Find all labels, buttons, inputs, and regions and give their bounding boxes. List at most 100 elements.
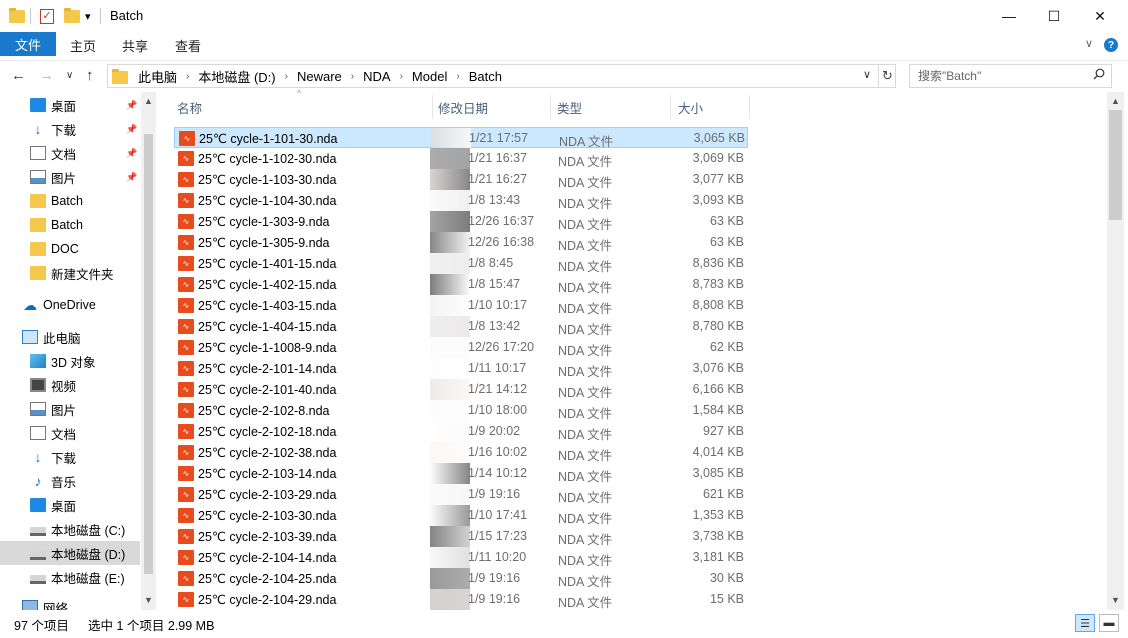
file-row[interactable]: ∿ 25℃ cycle-1-403-15.nda 1/10 10:17 NDA 文件 8…	[174, 295, 748, 316]
file-row[interactable]: ∿ 25℃ cycle-2-102-8.nda 1/10 18:00 NDA 文件 1,…	[174, 400, 748, 421]
breadcrumb-item[interactable]: NDA	[363, 69, 390, 84]
column-header-size[interactable]: 大小	[678, 95, 703, 119]
scroll-up-icon[interactable]: ▲	[144, 96, 153, 106]
file-row[interactable]: ∿ 25℃ cycle-1-101-30.nda 1/21 17:57 NDA 文件 3…	[174, 127, 748, 149]
file-row[interactable]: ∿ 25℃ cycle-2-102-38.nda 1/16 10:02 NDA 文件 4…	[174, 442, 748, 463]
scroll-down-icon[interactable]: ▼	[144, 595, 153, 605]
address-dropdown-icon[interactable]: ∨	[863, 68, 871, 81]
file-row[interactable]: ∿ 25℃ cycle-2-104-14.nda 1/11 10:20 NDA 文件 3…	[174, 547, 748, 568]
breadcrumb-item[interactable]: Batch	[469, 69, 502, 84]
nav-item[interactable]: 本地磁盘 (E:)	[0, 565, 140, 589]
breadcrumb-item[interactable]: Neware	[297, 69, 342, 84]
file-row[interactable]: ∿ 25℃ cycle-1-303-9.nda 12/26 16:37 NDA 文件 6…	[174, 211, 748, 232]
folder-icon	[30, 194, 46, 208]
file-row[interactable]: ∿ 25℃ cycle-2-104-29.nda 1/9 19:16 NDA 文件 15…	[174, 589, 748, 610]
breadcrumb-item[interactable]: Model	[412, 69, 447, 84]
scrollbar-thumb[interactable]	[144, 134, 153, 574]
file-row[interactable]: ∿ 25℃ cycle-1-404-15.nda 1/8 13:42 NDA 文件 8,…	[174, 316, 748, 337]
forward-icon[interactable]: →	[39, 67, 54, 84]
nav-item[interactable]: 桌面	[0, 493, 140, 517]
minimize-button[interactable]: —	[986, 0, 1032, 32]
address-bar[interactable]: 此电脑 › 本地磁盘 (D:) › Neware › NDA › Model › Batc…	[107, 64, 896, 88]
column-header-date[interactable]: 修改日期	[438, 95, 488, 119]
nav-item[interactable]: ♪ 音乐	[0, 469, 140, 493]
pin-icon[interactable]: 📌	[126, 124, 137, 135]
nav-item[interactable]: Batch	[0, 189, 140, 213]
column-divider[interactable]	[432, 95, 433, 119]
file-row[interactable]: ∿ 25℃ cycle-2-103-30.nda 1/10 17:41 NDA 文件 1…	[174, 505, 748, 526]
chevron-right-icon[interactable]: ›	[400, 71, 403, 82]
nav-item[interactable]: 此电脑	[0, 325, 140, 349]
scrollbar-thumb[interactable]	[1109, 110, 1122, 220]
nav-item[interactable]: 本地磁盘 (C:)	[0, 517, 140, 541]
nav-item[interactable]: 桌面 📌	[0, 93, 140, 117]
nav-item[interactable]: 本地磁盘 (D:)	[0, 541, 140, 565]
quick-access-dropdown-icon[interactable]: ▾	[85, 7, 91, 25]
nav-item[interactable]: ↓ 下载 📌	[0, 117, 140, 141]
properties-icon[interactable]: ✓	[40, 7, 54, 25]
chevron-right-icon[interactable]: ›	[186, 71, 189, 82]
file-row[interactable]: ∿ 25℃ cycle-2-101-14.nda 1/11 10:17 NDA 文件 3…	[174, 358, 748, 379]
file-row[interactable]: ∿ 25℃ cycle-1-103-30.nda 1/21 16:27 NDA 文件 3…	[174, 169, 748, 190]
breadcrumb-item[interactable]: 此电脑	[138, 67, 177, 86]
search-icon[interactable]	[1093, 68, 1105, 80]
nav-item[interactable]: 图片	[0, 397, 140, 421]
column-divider[interactable]	[670, 95, 671, 119]
nav-item[interactable]: 3D 对象	[0, 349, 140, 373]
file-row[interactable]: ∿ 25℃ cycle-2-103-39.nda 1/15 17:23 NDA 文件 3…	[174, 526, 748, 547]
file-name: 25℃ cycle-2-102-8.nda	[198, 404, 330, 418]
file-row[interactable]: ∿ 25℃ cycle-1-401-15.nda 1/8 8:45 NDA 文件 8,8…	[174, 253, 748, 274]
nav-item[interactable]: ☁ OneDrive	[0, 293, 140, 317]
tab-view[interactable]: 查看	[175, 36, 201, 55]
column-divider[interactable]	[749, 95, 750, 119]
nav-item[interactable]: 文档 📌	[0, 141, 140, 165]
pin-icon[interactable]: 📌	[126, 148, 137, 159]
column-header-name[interactable]: 名称	[177, 95, 202, 119]
nav-item[interactable]: 网络	[0, 595, 140, 610]
file-row[interactable]: ∿ 25℃ cycle-1-102-30.nda 1/21 16:37 NDA 文件 3…	[174, 148, 748, 169]
new-folder-icon[interactable]	[64, 7, 80, 25]
back-icon[interactable]: ←	[11, 67, 26, 84]
nav-scrollbar[interactable]: ▲ ▼	[141, 92, 156, 610]
nav-item[interactable]: 新建文件夹	[0, 261, 140, 285]
breadcrumb-item[interactable]: 本地磁盘 (D:)	[198, 67, 275, 86]
up-icon[interactable]: ↑	[86, 67, 94, 84]
tab-share[interactable]: 共享	[122, 36, 148, 55]
pin-icon[interactable]: 📌	[126, 100, 137, 111]
nav-item[interactable]: ↓ 下载	[0, 445, 140, 469]
file-row[interactable]: ∿ 25℃ cycle-2-103-14.nda 1/14 10:12 NDA 文件 3…	[174, 463, 748, 484]
scroll-up-icon[interactable]: ▲	[1111, 96, 1120, 106]
column-divider[interactable]	[550, 95, 551, 119]
nav-item[interactable]: 视频	[0, 373, 140, 397]
refresh-icon[interactable]: ↻	[878, 65, 896, 87]
file-list-scrollbar[interactable]: ▲ ▼	[1107, 92, 1124, 610]
file-row[interactable]: ∿ 25℃ cycle-1-402-15.nda 1/8 15:47 NDA 文件 8,…	[174, 274, 748, 295]
file-row[interactable]: ∿ 25℃ cycle-2-104-25.nda 1/9 19:16 NDA 文件 30…	[174, 568, 748, 589]
pin-icon[interactable]: 📌	[126, 172, 137, 183]
file-row[interactable]: ∿ 25℃ cycle-2-103-29.nda 1/9 19:16 NDA 文件 62…	[174, 484, 748, 505]
chevron-right-icon[interactable]: ›	[456, 71, 459, 82]
scroll-down-icon[interactable]: ▼	[1111, 595, 1120, 605]
tiles-view-icon[interactable]: ▬	[1099, 614, 1119, 632]
file-row[interactable]: ∿ 25℃ cycle-1-104-30.nda 1/8 13:43 NDA 文件 3,…	[174, 190, 748, 211]
file-row[interactable]: ∿ 25℃ cycle-1-305-9.nda 12/26 16:38 NDA 文件 6…	[174, 232, 748, 253]
expand-ribbon-icon[interactable]: ∨	[1085, 37, 1093, 50]
nav-item[interactable]: 图片 📌	[0, 165, 140, 189]
nav-item[interactable]: 文档	[0, 421, 140, 445]
tab-file[interactable]: 文件	[0, 32, 56, 56]
nav-item[interactable]: Batch	[0, 213, 140, 237]
file-row[interactable]: ∿ 25℃ cycle-2-102-18.nda 1/9 20:02 NDA 文件 92…	[174, 421, 748, 442]
help-icon[interactable]: ?	[1104, 38, 1118, 52]
details-view-icon[interactable]: ☰	[1075, 614, 1095, 632]
tab-home[interactable]: 主页	[70, 36, 96, 55]
chevron-right-icon[interactable]: ›	[351, 71, 354, 82]
recent-locations-icon[interactable]: ∨	[66, 70, 73, 81]
column-header-type[interactable]: 类型	[557, 95, 582, 119]
file-row[interactable]: ∿ 25℃ cycle-1-1008-9.nda 12/26 17:20 NDA 文件…	[174, 337, 748, 358]
file-row[interactable]: ∿ 25℃ cycle-2-101-40.nda 1/21 14:12 NDA 文件 6…	[174, 379, 748, 400]
nav-item[interactable]: DOC	[0, 237, 140, 261]
maximize-button[interactable]: ☐	[1031, 0, 1077, 32]
search-input[interactable]	[918, 66, 1088, 86]
close-button[interactable]: ✕	[1077, 0, 1123, 32]
chevron-right-icon[interactable]: ›	[285, 71, 288, 82]
